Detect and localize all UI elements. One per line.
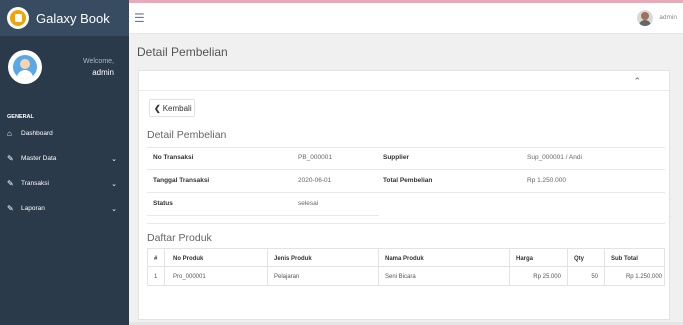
table-row[interactable]: 1 Pro_000001 Pelajaran Seni Bicara Rp 25… <box>147 267 665 286</box>
edit-icon: ✎ <box>7 204 14 213</box>
back-button-label: Kembali <box>162 103 192 113</box>
sidebar-item-label: Transaksi <box>21 180 49 187</box>
menu-heading: GENERAL <box>7 114 34 120</box>
sidebar-item-laporan[interactable]: ✎ Laporan ⌄ <box>0 196 129 221</box>
welcome-text: Welcome, <box>83 57 114 65</box>
total-value: Rp 1.250.000 <box>527 177 567 184</box>
supplier-label: Supplier <box>383 154 410 161</box>
status-value: selesai <box>298 200 319 207</box>
brand-bar[interactable]: Galaxy Book <box>0 0 129 36</box>
divider <box>147 192 665 193</box>
column-header: Nama Produk <box>379 249 510 268</box>
menu-toggle-icon[interactable]: ☰ <box>134 11 145 25</box>
no-transaksi-value: PB_000001 <box>298 154 332 161</box>
chevron-left-icon: ❮ <box>154 103 161 113</box>
user-name: admin <box>92 67 114 77</box>
chevron-down-icon: ⌄ <box>111 180 117 188</box>
brand-name: Galaxy Book <box>36 10 110 26</box>
column-header: No Produk <box>165 249 268 268</box>
total-label: Total Pembelian <box>383 177 433 184</box>
divider <box>147 147 665 148</box>
detail-card: ⌃ ❮ Kembali Detail Pembelian No Transaks… <box>138 70 670 320</box>
tanggal-label: Tanggal Transaksi <box>153 177 210 184</box>
status-label: Status <box>153 200 173 207</box>
top-header: ☰ admin <box>129 3 683 34</box>
user-avatar <box>8 50 42 84</box>
card-toolbar <box>139 71 669 91</box>
no-transaksi-label: No Transaksi <box>153 154 194 161</box>
table-cell: Seni Bicara <box>379 267 510 286</box>
chevron-down-icon: ⌄ <box>111 205 117 213</box>
home-icon: ⌂ <box>7 129 12 138</box>
table-header-row: # No Produk Jenis Produk Nama Produk Har… <box>147 248 665 268</box>
sidebar: Galaxy Book Welcome, admin GENERAL ⌂ Das… <box>0 0 129 325</box>
edit-icon: ✎ <box>7 179 14 188</box>
edit-icon: ✎ <box>7 154 14 163</box>
column-header: # <box>148 249 165 268</box>
table-cell: 1 <box>148 267 165 286</box>
sidebar-item-transaksi[interactable]: ✎ Transaksi ⌄ <box>0 171 129 196</box>
column-header: Harga <box>510 249 568 268</box>
sidebar-item-master-data[interactable]: ✎ Master Data ⌄ <box>0 146 129 171</box>
table-cell: Rp 1.250.000 <box>625 273 662 280</box>
table-cell: Pro_000001 <box>165 267 268 286</box>
chevron-down-icon: ⌄ <box>111 155 117 163</box>
section-title-detail: Detail Pembelian <box>147 129 227 141</box>
admin-avatar[interactable] <box>637 10 653 26</box>
divider <box>147 215 379 216</box>
supplier-value: Sup_000001 / Andi <box>527 154 582 161</box>
sidebar-item-label: Dashboard <box>21 130 53 137</box>
back-button[interactable]: ❮ Kembali <box>149 99 195 117</box>
column-header: Sub Total <box>611 255 638 262</box>
admin-name[interactable]: admin <box>659 14 677 21</box>
table-cell: Rp 25.000 <box>510 267 568 286</box>
sidebar-item-label: Master Data <box>21 155 57 162</box>
user-panel: Welcome, admin <box>0 36 129 88</box>
table-cell: 50 <box>568 267 605 286</box>
book-logo-icon <box>7 7 29 29</box>
column-header: Jenis Produk <box>268 249 379 268</box>
divider <box>147 169 665 170</box>
table-cell: Pelajaran <box>268 267 379 286</box>
section-title-products: Daftar Produk <box>147 232 212 244</box>
page-title: Detail Pembelian <box>137 45 228 59</box>
column-header: Qty <box>568 249 605 268</box>
collapse-icon[interactable]: ⌃ <box>633 76 641 87</box>
sidebar-item-dashboard[interactable]: ⌂ Dashboard <box>0 121 129 146</box>
divider <box>147 223 665 224</box>
tanggal-value: 2020-06-01 <box>298 177 332 184</box>
sidebar-item-label: Laporan <box>21 205 45 212</box>
